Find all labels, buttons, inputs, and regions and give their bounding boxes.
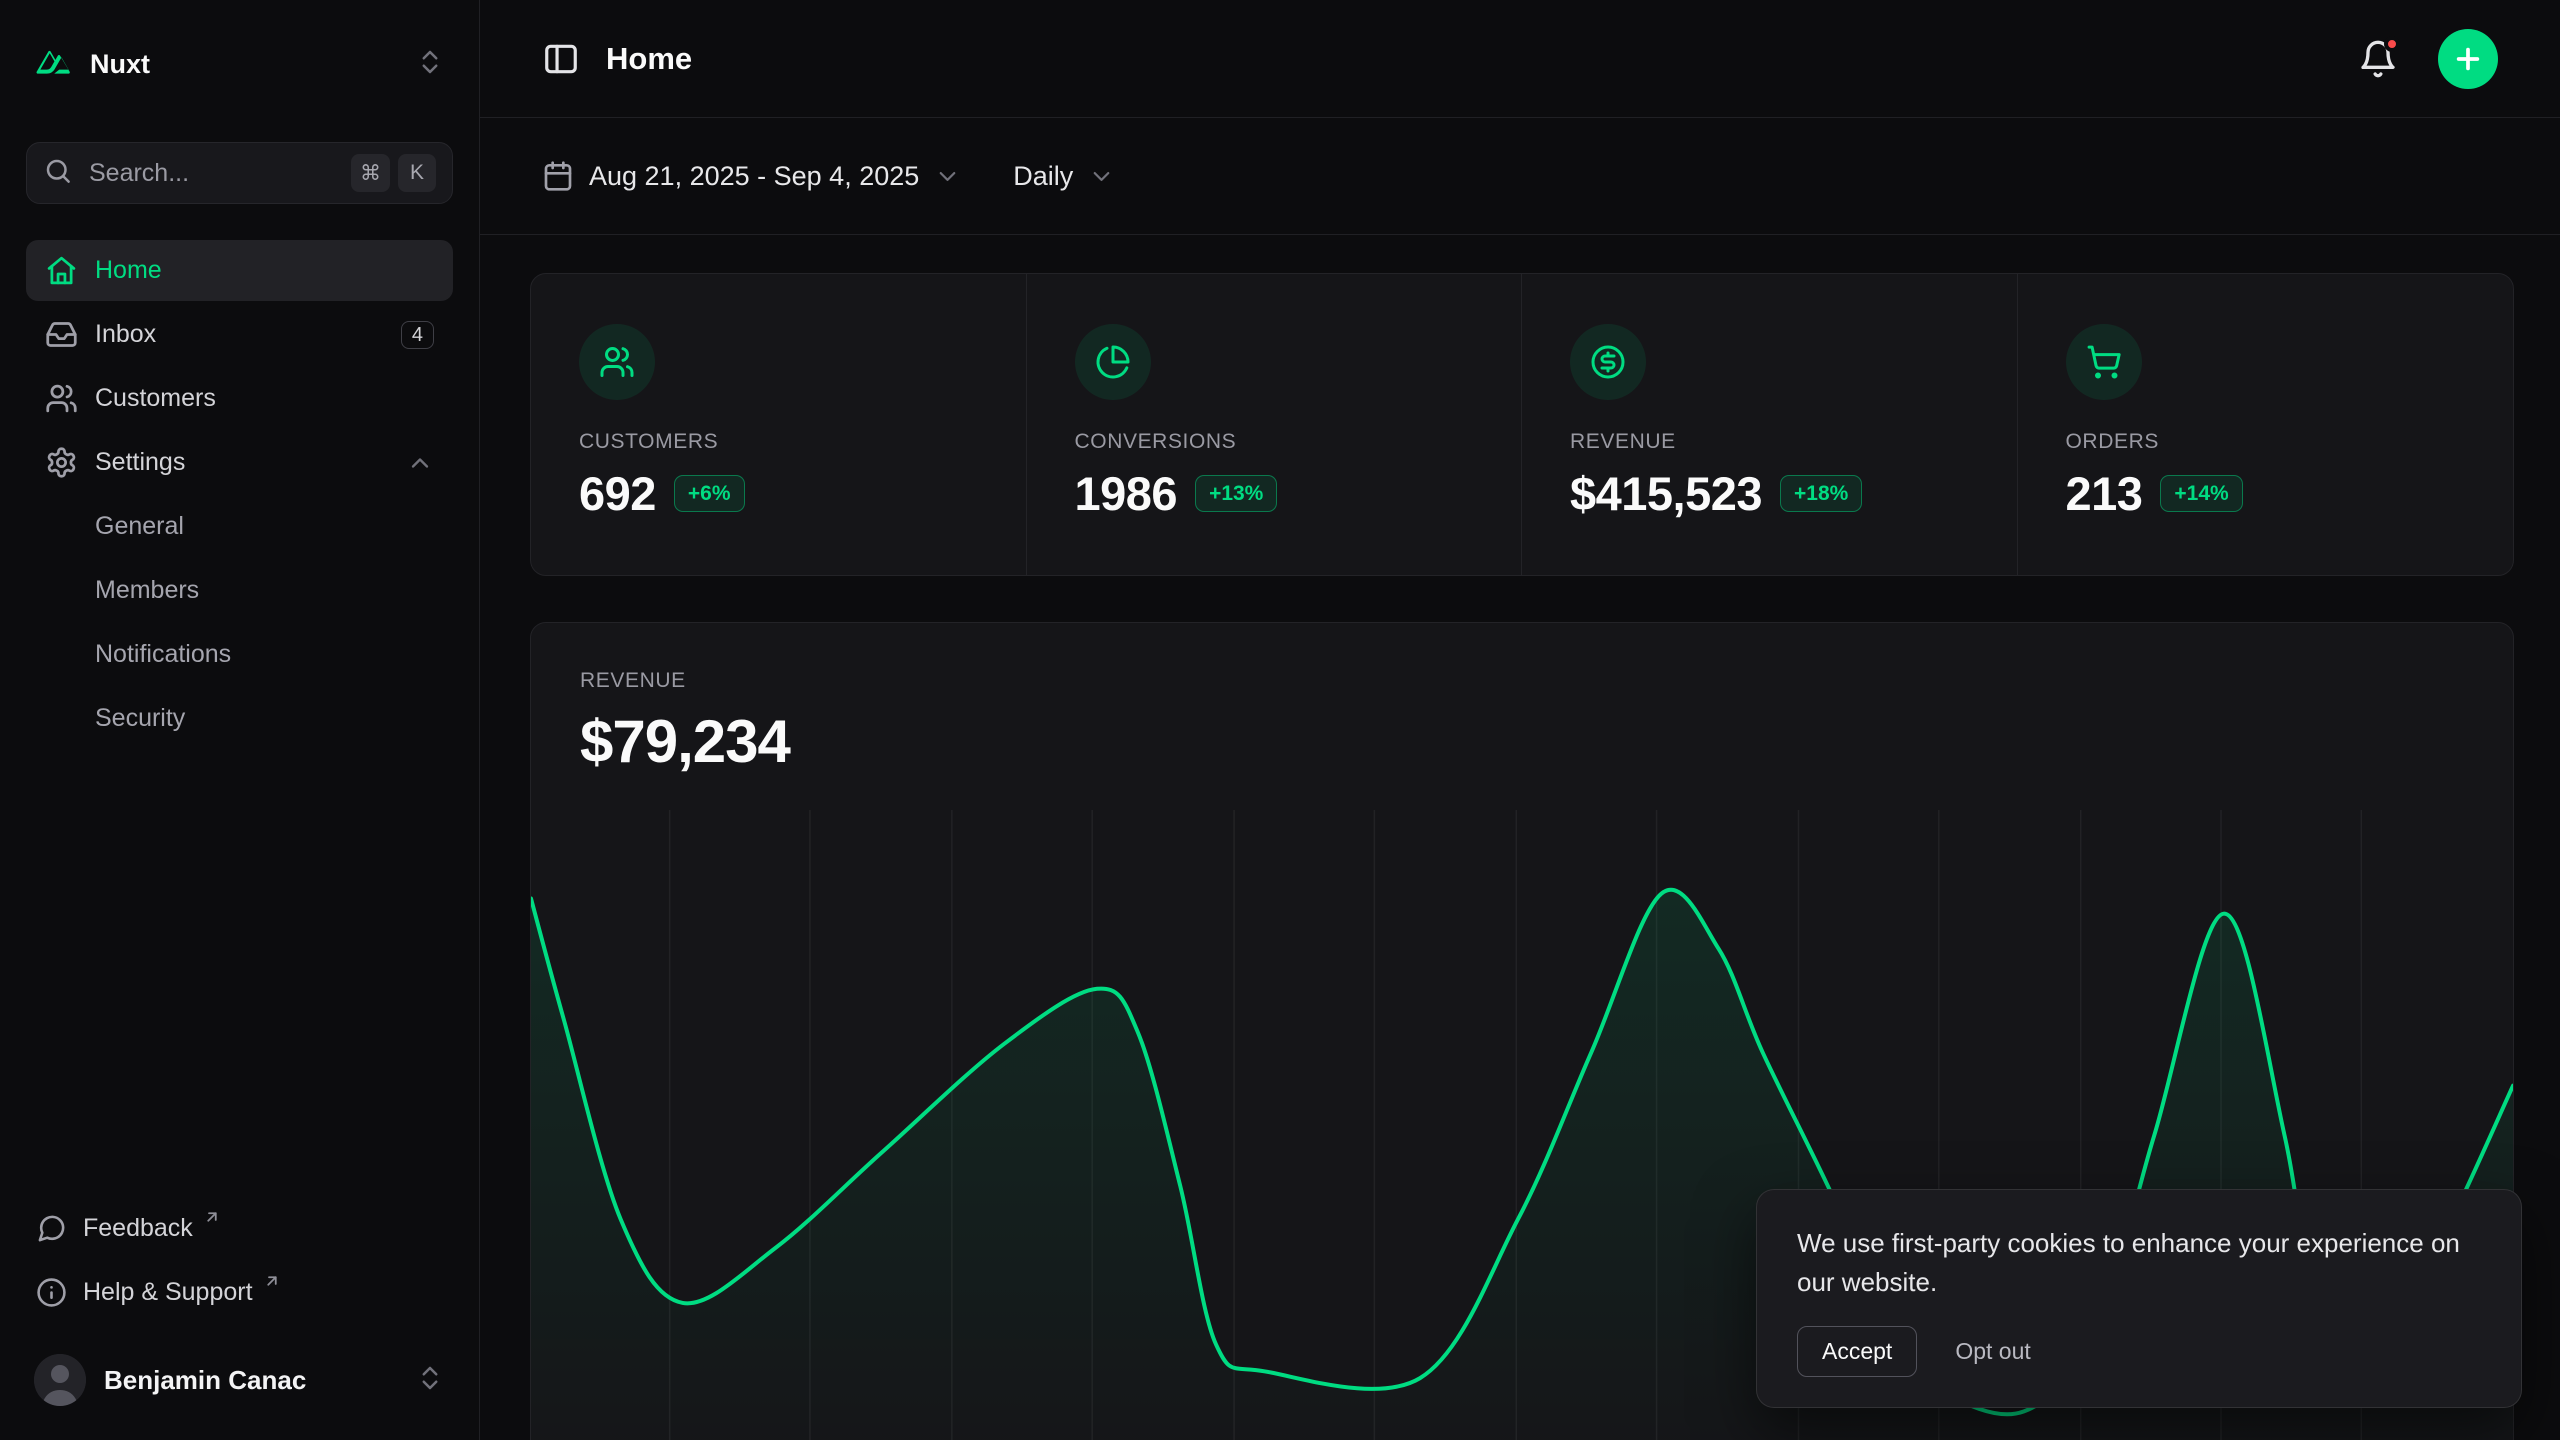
- workspace-name: Nuxt: [90, 49, 150, 80]
- sidebar-item-label: Settings: [95, 448, 185, 477]
- revenue-chart-value: $79,234: [580, 707, 2464, 776]
- cmd-key: ⌘: [351, 154, 390, 192]
- filters-toolbar: Aug 21, 2025 - Sep 4, 2025 Daily: [480, 118, 2560, 235]
- external-link-icon: [203, 1208, 221, 1226]
- nuxt-logo-icon: [34, 42, 74, 87]
- header-actions: [2358, 29, 2498, 89]
- stat-orders[interactable]: ORDERS 213 +14%: [2018, 274, 2514, 575]
- pie-chart-icon: [1075, 324, 1151, 400]
- sidebar-item-label: Customers: [95, 384, 216, 413]
- stats-row: CUSTOMERS 692 +6% CONVERSIONS 1986 +13%: [530, 273, 2514, 576]
- dollar-circle-icon: [1570, 324, 1646, 400]
- notifications-button[interactable]: [2358, 39, 2398, 79]
- chevrons-up-down-icon: [415, 47, 445, 82]
- date-range-label: Aug 21, 2025 - Sep 4, 2025: [589, 161, 919, 192]
- gear-icon: [45, 446, 78, 479]
- sidebar-subitem-security[interactable]: Security: [26, 688, 453, 749]
- house-icon: [45, 254, 78, 287]
- sidebar-subitem-notifications[interactable]: Notifications: [26, 624, 453, 685]
- sidebar-footer-links: Feedback Help & Support: [26, 1198, 453, 1322]
- stat-label: CONVERSIONS: [1075, 430, 1474, 454]
- avatar: [34, 1354, 86, 1406]
- stat-revenue[interactable]: REVENUE $415,523 +18%: [1522, 274, 2018, 575]
- stat-value: 692: [579, 466, 656, 521]
- search-input[interactable]: Search... ⌘ K: [26, 142, 453, 204]
- sidebar-item-label: Home: [95, 256, 162, 285]
- granularity-label: Daily: [1013, 161, 1073, 192]
- sidebar-item-inbox[interactable]: Inbox 4: [26, 304, 453, 365]
- sidebar-item-customers[interactable]: Customers: [26, 368, 453, 429]
- user-menu[interactable]: Benjamin Canac: [26, 1348, 453, 1412]
- stat-value: $415,523: [1570, 466, 1762, 521]
- stat-delta-badge: +18%: [1780, 475, 1862, 512]
- chevron-up-icon: [406, 449, 434, 477]
- stat-label: ORDERS: [2066, 430, 2466, 454]
- plus-icon: [2452, 43, 2484, 75]
- stat-conversions[interactable]: CONVERSIONS 1986 +13%: [1027, 274, 1523, 575]
- sidebar: Nuxt Search... ⌘ K Home: [0, 0, 480, 1440]
- users-icon: [45, 382, 78, 415]
- cookie-consent-toast: We use first-party cookies to enhance yo…: [1756, 1189, 2522, 1408]
- sidebar-item-settings[interactable]: Settings: [26, 432, 453, 493]
- inbox-count-badge: 4: [401, 321, 434, 349]
- stat-delta-badge: +13%: [1195, 475, 1277, 512]
- revenue-chart-label: REVENUE: [580, 669, 2464, 693]
- chevrons-up-down-icon: [415, 1363, 445, 1398]
- user-name: Benjamin Canac: [104, 1365, 306, 1396]
- search-icon: [43, 156, 73, 191]
- feedback-label: Feedback: [83, 1214, 193, 1243]
- workspace-switcher[interactable]: Nuxt: [26, 34, 453, 94]
- info-circle-icon: [36, 1277, 67, 1308]
- external-link-icon: [263, 1272, 281, 1290]
- notification-dot: [2384, 36, 2400, 52]
- sidebar-nav: Home Inbox 4 Customers Settings: [26, 240, 453, 1198]
- calendar-icon: [542, 160, 574, 192]
- stat-label: CUSTOMERS: [579, 430, 978, 454]
- chevron-down-icon: [934, 163, 961, 190]
- message-bubble-icon: [36, 1213, 67, 1244]
- feedback-link[interactable]: Feedback: [26, 1198, 453, 1258]
- users-icon: [579, 324, 655, 400]
- search-shortcut: ⌘ K: [351, 154, 436, 192]
- page-header: Home: [480, 0, 2560, 118]
- stat-value: 213: [2066, 466, 2143, 521]
- add-button[interactable]: [2438, 29, 2498, 89]
- sidebar-toggle-button[interactable]: [542, 40, 580, 78]
- sidebar-item-home[interactable]: Home: [26, 240, 453, 301]
- help-support-label: Help & Support: [83, 1278, 253, 1307]
- stat-delta-badge: +14%: [2160, 475, 2242, 512]
- sidebar-subitem-members[interactable]: Members: [26, 560, 453, 621]
- inbox-icon: [45, 318, 78, 351]
- accept-cookies-button[interactable]: Accept: [1797, 1326, 1917, 1377]
- k-key: K: [398, 154, 436, 192]
- chevron-down-icon: [1088, 163, 1115, 190]
- sidebar-subitem-general[interactable]: General: [26, 496, 453, 557]
- optout-cookies-button[interactable]: Opt out: [1955, 1338, 2030, 1365]
- date-range-picker[interactable]: Aug 21, 2025 - Sep 4, 2025: [542, 160, 961, 192]
- help-support-link[interactable]: Help & Support: [26, 1262, 453, 1322]
- page-title: Home: [606, 41, 692, 77]
- stat-value: 1986: [1075, 466, 1178, 521]
- stat-delta-badge: +6%: [674, 475, 745, 512]
- sidebar-item-label: Inbox: [95, 320, 156, 349]
- cookie-message: We use first-party cookies to enhance yo…: [1797, 1224, 2481, 1302]
- stat-customers[interactable]: CUSTOMERS 692 +6%: [531, 274, 1027, 575]
- stat-label: REVENUE: [1570, 430, 1969, 454]
- granularity-select[interactable]: Daily: [1013, 161, 1115, 192]
- cart-icon: [2066, 324, 2142, 400]
- search-placeholder: Search...: [89, 159, 189, 188]
